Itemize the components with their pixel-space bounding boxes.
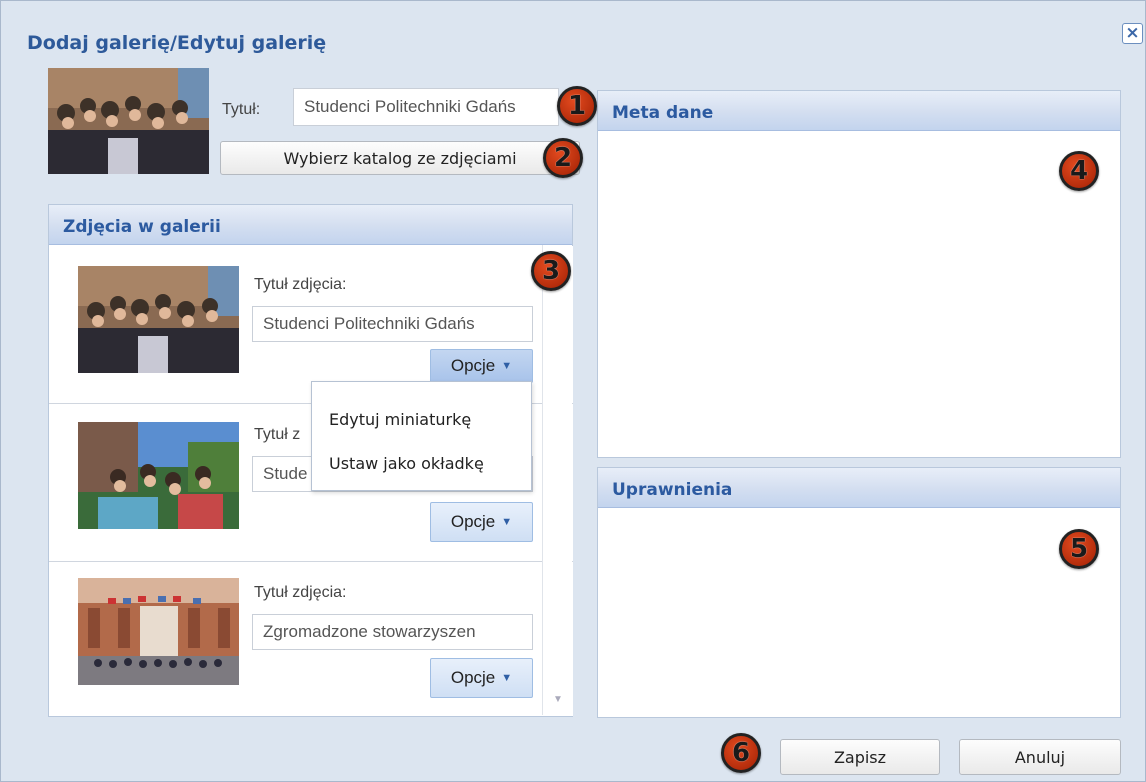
meta-title: Meta dane [612, 103, 714, 123]
choose-folder-button[interactable]: Wybierz katalog ze zdjęciami [220, 141, 580, 175]
meta-panel: Meta dane [597, 90, 1121, 458]
options-button[interactable]: Opcje ▼ [430, 349, 533, 383]
gallery-photos-header: Zdjęcia w galerii [49, 205, 572, 245]
marker-5: 5 [1059, 529, 1099, 569]
marker-3: 3 [531, 251, 571, 291]
options-button[interactable]: Opcje ▼ [430, 502, 533, 542]
marker-6: 6 [721, 733, 761, 773]
menu-item-set-cover[interactable]: Ustaw jako okładkę [329, 454, 484, 473]
caret-down-icon: ▼ [501, 360, 513, 372]
photo-thumbnail [78, 266, 239, 373]
gallery-scrollbar[interactable]: ▼ [542, 245, 572, 715]
dialog-title: Dodaj galerię/Edytuj galerię [27, 32, 327, 54]
options-label: Opcje [450, 668, 496, 687]
gallery-dialog: Dodaj galerię/Edytuj galerię × Tytuł: St… [0, 0, 1146, 782]
cover-thumbnail [48, 68, 209, 174]
close-icon[interactable]: × [1122, 23, 1143, 44]
title-label: Tytuł: [222, 101, 261, 118]
gallery-title-input[interactable]: Studenci Politechniki Gdańs [293, 88, 559, 126]
options-label: Opcje [450, 512, 496, 531]
gallery-photos-title: Zdjęcia w galerii [63, 217, 221, 237]
marker-1: 1 [557, 86, 597, 126]
photo-title-label: Tytuł zdjęcia: [254, 276, 347, 293]
permissions-title: Uprawnienia [612, 480, 733, 500]
photo-title-label: Tytuł zdjęcia: [254, 584, 347, 601]
menu-item-edit-thumbnail[interactable]: Edytuj miniaturkę [329, 410, 471, 429]
options-dropdown-menu: Edytuj miniaturkę Ustaw jako okładkę [311, 381, 532, 491]
scroll-down-icon[interactable]: ▼ [553, 694, 563, 705]
caret-down-icon: ▼ [501, 672, 513, 684]
photo-thumbnail [78, 578, 239, 685]
options-label: Opcje [450, 356, 496, 375]
caret-down-icon: ▼ [501, 516, 513, 528]
marker-2: 2 [543, 138, 583, 178]
photo-title-input[interactable]: Zgromadzone stowarzyszen [252, 614, 533, 650]
marker-4: 4 [1059, 151, 1099, 191]
cancel-button[interactable]: Anuluj [959, 739, 1121, 775]
permissions-panel: Uprawnienia [597, 467, 1121, 718]
photo-title-label: Tytuł z [254, 426, 301, 443]
options-button[interactable]: Opcje ▼ [430, 658, 533, 698]
permissions-header: Uprawnienia [598, 468, 1120, 508]
photo-title-input[interactable]: Studenci Politechniki Gdańs [252, 306, 533, 342]
save-button[interactable]: Zapisz [780, 739, 940, 775]
meta-header: Meta dane [598, 91, 1120, 131]
photo-item: Tytuł zdjęcia: Zgromadzone stowarzyszen … [49, 562, 573, 716]
photo-thumbnail [78, 422, 239, 529]
